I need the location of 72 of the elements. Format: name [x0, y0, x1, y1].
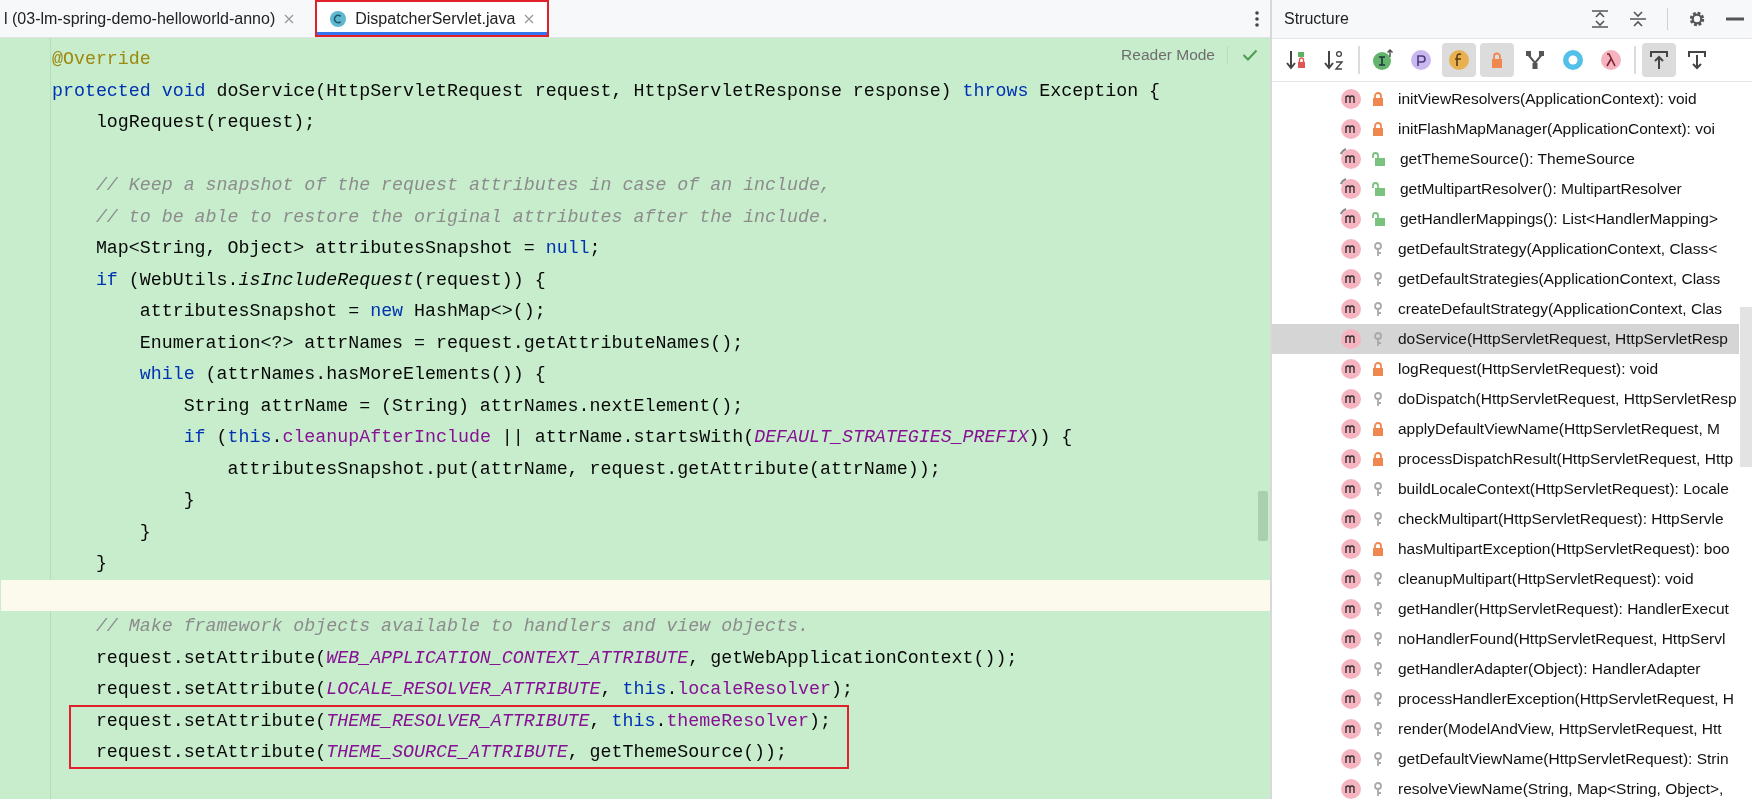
panel-title: Structure: [1284, 10, 1349, 28]
structure-item[interactable]: hasMultipartException(HttpServletRequest): boo: [1272, 534, 1739, 564]
code-line: String attrName = (String) attrNames.nextElement();: [182, 394, 744, 418]
lambda-icon: [1600, 49, 1622, 71]
structure-item[interactable]: resolveViewName(String, Map<String, Object>,: [1272, 774, 1739, 799]
scrollbar-thumb[interactable]: [1740, 307, 1752, 467]
structure-item[interactable]: getDefaultStrategy(ApplicationContext, Class<: [1272, 234, 1739, 264]
structure-item[interactable]: noHandlerFound(HttpServletRequest, HttpServl: [1272, 624, 1739, 654]
structure-item[interactable]: getDefaultViewName(HttpServletRequest): Strin: [1272, 744, 1739, 774]
more-icon[interactable]: [1254, 9, 1260, 28]
code-line: if (WebUtils.isIncludeRequest(request)) {: [94, 268, 546, 292]
structure-item[interactable]: processDispatchResult(HttpServletRequest, Http: [1272, 444, 1739, 474]
field-icon: [1448, 49, 1470, 71]
code-line: logRequest(request);: [94, 111, 316, 134]
code-line: }: [94, 552, 107, 575]
ring-icon: [1562, 49, 1584, 71]
structure-item[interactable]: processHandlerException(HttpServletRequest, H: [1272, 684, 1739, 714]
code-line: // to be able to restore the original attributes after the include.: [94, 205, 831, 229]
arrow-down-icon: [1686, 49, 1708, 71]
code-line: // Keep a snapshot of the request attributes in case of an include,: [94, 174, 831, 197]
structure-item[interactable]: getHandlerMappings(): List<HandlerMapping>: [1272, 204, 1739, 234]
code-line: protected void doService(HttpServletRequest request, HttpServletResponse response) throws Exception {: [52, 79, 1161, 103]
file-tab[interactable]: l (03-lm-spring-demo-helloworld-anno): [0, 0, 308, 37]
structure-item[interactable]: createDefaultStrategy(ApplicationContext, Clas: [1272, 294, 1739, 324]
code-line: request.setAttribute(LOCALE_RESOLVER_ATTRIBUTE, this.localeResolver);: [94, 678, 853, 701]
scroll-to-source-toggle[interactable]: [1642, 43, 1676, 77]
code-line: Map<String, Object> attributesSnapshot = null;: [94, 237, 601, 260]
structure-item[interactable]: getMultipartResolver(): MultipartResolver: [1272, 174, 1739, 204]
structure-item[interactable]: cleanupMultipart(HttpServletRequest): void: [1272, 564, 1739, 594]
structure-item[interactable]: initFlashMapManager(ApplicationContext): voi: [1272, 114, 1739, 144]
code-line: if (this.cleanupAfterInclude || attrName.startsWith(DEFAULT_STRATEGIES_PREFIX)) {: [182, 426, 1073, 449]
code-line: request.setAttribute(WEB_APPLICATION_CONTEXT_ATTRIBUTE, getWebApplicationContext());: [94, 646, 1018, 670]
structure-item[interactable]: applyDefaultViewName(HttpServletRequest, M: [1272, 414, 1739, 444]
structure-item[interactable]: doDispatch(HttpServletRequest, HttpServletResp: [1272, 384, 1739, 414]
check-icon[interactable]: [1242, 49, 1258, 61]
fork-icon: [1524, 49, 1546, 71]
code-line: attributesSnapshot.put(attrName, request.getAttribute(attrName));: [226, 457, 941, 481]
settings-icon[interactable]: [1688, 10, 1706, 28]
code-line: attributesSnapshot = new HashMap<>();: [138, 300, 546, 323]
reader-mode-link[interactable]: Reader Mode: [1121, 46, 1228, 64]
structure-item[interactable]: buildLocaleContext(HttpServletRequest): Locale: [1272, 474, 1739, 504]
fields-toggle[interactable]: [1442, 43, 1476, 77]
sort-by-visibility-icon: [1286, 49, 1308, 71]
code-line: @Override: [52, 48, 151, 71]
code-line: Enumeration<?> attrNames = request.getAttributeNames();: [138, 331, 744, 355]
minimize-icon[interactable]: [1726, 17, 1744, 21]
code-line: // Make framework objects available to handlers and view objects.: [94, 615, 809, 638]
expand-all-icon[interactable]: [1591, 10, 1609, 28]
code-line: while (attrNames.hasMoreElements()) {: [138, 363, 546, 386]
class-icon: [329, 9, 348, 28]
sort-alphabetically-icon: [1324, 49, 1346, 71]
code-line: }: [182, 489, 195, 512]
structure-item[interactable]: logRequest(HttpServletRequest): void: [1272, 354, 1739, 384]
structure-item[interactable]: render(ModelAndView, HttpServletRequest, Htt: [1272, 714, 1739, 744]
file-tab[interactable]: DispatcherServlet.java: [315, 0, 550, 37]
structure-item[interactable]: getHandler(HttpServletRequest): HandlerExecut: [1272, 594, 1739, 624]
property-icon: [1410, 49, 1432, 71]
structure-item[interactable]: getThemeSource(): ThemeSource: [1272, 144, 1739, 174]
scrollbar-thumb[interactable]: [1258, 491, 1268, 541]
code-line: request.setAttribute(THEME_SOURCE_ATTRIBUTE, getThemeSource());: [94, 741, 788, 764]
collapse-all-icon[interactable]: [1629, 10, 1647, 28]
code-line: request.setAttribute(THEME_RESOLVER_ATTRIBUTE, this.themeResolver);: [94, 709, 831, 733]
arrow-up-icon: [1648, 49, 1670, 71]
structure-item[interactable]: initViewResolvers(ApplicationContext): void: [1272, 84, 1739, 114]
structure-item[interactable]: getDefaultStrategies(ApplicationContext, Class: [1272, 264, 1739, 294]
structure-item[interactable]: checkMultipart(HttpServletRequest): HttpServle: [1272, 504, 1739, 534]
close-icon[interactable]: [283, 12, 296, 25]
close-icon[interactable]: [523, 12, 536, 25]
non-public-toggle[interactable]: [1480, 43, 1514, 77]
structure-item[interactable]: doService(HttpServletRequest, HttpServletResp: [1272, 324, 1739, 354]
structure-item[interactable]: getHandlerAdapter(Object): HandlerAdapter: [1272, 654, 1739, 684]
code-line: }: [138, 520, 151, 544]
